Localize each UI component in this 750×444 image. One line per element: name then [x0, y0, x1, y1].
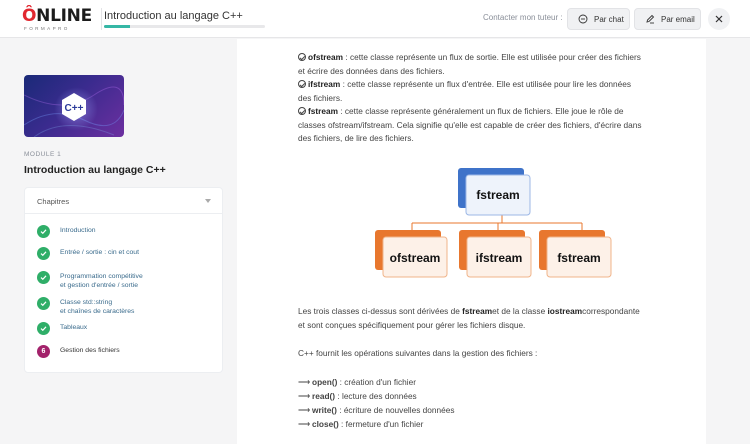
- chapters-label: Chapitres: [37, 197, 70, 206]
- list-item: ⟶ read() : lecture des données: [298, 391, 417, 401]
- operations-intro: C++ fournit les opérations suivantes dan…: [298, 348, 538, 358]
- arrow-right-icon: ⟶: [298, 377, 310, 387]
- chapter-label: Introduction: [60, 227, 96, 234]
- chapter-label: Classe std::string et chaînes de caractè…: [60, 298, 134, 316]
- operation-name: read(): [312, 391, 336, 401]
- operation-name: write(): [312, 405, 337, 415]
- operation-desc: : lecture des données: [335, 391, 417, 401]
- diagram-root-label: fstream: [476, 188, 519, 202]
- module-number-label: MODULE 1: [24, 151, 62, 158]
- derived-text-1a: Les trois classes ci-dessus sont dérivée…: [298, 306, 463, 316]
- logo[interactable]: ÔNLINE FORMAPRO: [22, 6, 92, 34]
- arrow-right-icon: ⟶: [298, 405, 310, 415]
- check-circle-icon: [298, 53, 306, 61]
- diagram-child-label: ofstream: [390, 251, 441, 265]
- contact-tutor-label: Contacter mon tuteur :: [483, 13, 563, 22]
- chapters-header[interactable]: Chapitres: [25, 188, 222, 214]
- diagram-node-ifstream: ifstream: [459, 230, 532, 278]
- operation-name: open(): [312, 377, 338, 387]
- chapter-label-line-2: et gestion d'entrée / sortie: [60, 282, 138, 289]
- pencil-icon: [646, 14, 655, 24]
- cpp-logo-icon: C++: [62, 93, 86, 121]
- ofstream-term: ofstream: [308, 52, 344, 62]
- chevron-down-icon: [205, 199, 211, 203]
- operation-desc: : fermeture d'un fichier: [338, 419, 424, 429]
- chapter-number-badge: 6: [37, 345, 50, 358]
- diagram-node-ofstream: ofstream: [375, 230, 448, 278]
- fstream-desc-1: : cette classe représente généralement u…: [337, 106, 624, 116]
- diagram-node-fstream: fstream: [539, 230, 612, 278]
- check-icon: [37, 247, 50, 260]
- course-progress-fill: [104, 25, 130, 28]
- diagram-child-label: fstream: [557, 251, 600, 265]
- close-icon: [715, 15, 723, 23]
- list-item: ⟶ open() : création d'un fichier: [298, 377, 416, 387]
- header-divider: [101, 8, 102, 30]
- check-icon: [37, 225, 50, 238]
- logo-wordmark-rest: NLINE: [36, 6, 92, 26]
- fstream-paragraph: fstream : cette classe représente généra…: [298, 105, 698, 146]
- lesson-content: ofstream : cette classe représente un fl…: [237, 39, 706, 444]
- fstream-desc-2: classes ofstream/ifstream. Cela signifie…: [298, 119, 642, 130]
- derived-classes-paragraph: Les trois classes ci-dessus sont dérivée…: [298, 305, 698, 332]
- arrow-right-icon: ⟶: [298, 391, 310, 401]
- cpp-logo-text: C++: [65, 103, 84, 114]
- chapter-label: Programmation compétitive et gestion d'e…: [60, 272, 143, 290]
- chapter-label-line-2: et chaînes de caractères: [60, 308, 135, 315]
- ofstream-paragraph: ofstream : cette classe représente un fl…: [298, 51, 698, 78]
- module-title: Introduction au langage C++: [24, 164, 166, 176]
- logo-wordmark: ÔNLINE: [22, 6, 92, 26]
- check-circle-icon: [298, 80, 306, 88]
- chat-button-label: Par chat: [594, 14, 624, 24]
- check-icon: [37, 271, 50, 284]
- email-button[interactable]: Par email: [634, 8, 701, 30]
- operation-desc: : écriture de nouvelles données: [336, 405, 455, 415]
- derived-text-1b: fstream: [462, 306, 493, 316]
- close-button[interactable]: [708, 8, 730, 30]
- chapter-label-line-1: Programmation compétitive: [60, 273, 143, 280]
- derived-text-1c: et de la classe: [492, 306, 548, 316]
- list-item: ⟶ write() : écriture de nouvelles données: [298, 405, 455, 415]
- chapter-label: Entrée / sortie : cin et cout: [60, 249, 139, 256]
- derived-text-1d: iostream: [547, 306, 583, 316]
- course-title: Introduction au langage C++: [104, 10, 243, 22]
- chat-icon: [578, 14, 588, 24]
- ifstream-desc-2: des fichiers.: [298, 92, 343, 103]
- chapters-panel: Chapitres Introduction Entrée / sortie :…: [24, 187, 223, 373]
- fstream-term: fstream: [308, 106, 338, 116]
- check-icon: [37, 297, 50, 310]
- email-button-label: Par email: [661, 14, 695, 24]
- chapter-label: Tableaux: [60, 324, 88, 331]
- derived-text-2: et sont conçues spécifiquement pour gére…: [298, 319, 526, 330]
- course-progress-bar: [104, 25, 265, 28]
- top-bar: ÔNLINE FORMAPRO Introduction au langage …: [0, 0, 750, 38]
- chapter-label-line-1: Classe std::string: [60, 299, 113, 306]
- operation-desc: : création d'un fichier: [337, 377, 416, 387]
- arrow-right-icon: ⟶: [298, 419, 310, 429]
- ifstream-paragraph: ifstream : cette classe représente un fl…: [298, 78, 698, 105]
- ofstream-desc-1: : cette classe représente un flux de sor…: [343, 52, 641, 62]
- derived-text-1e: correspondante: [582, 306, 640, 316]
- check-icon: [37, 322, 50, 335]
- ifstream-desc-1: : cette classe représente un flux d'entr…: [340, 79, 632, 89]
- chapter-label: Gestion des fichiers: [60, 347, 120, 354]
- module-thumbnail: C++: [24, 75, 124, 137]
- list-item: ⟶ close() : fermeture d'un fichier: [298, 419, 423, 429]
- diagram-child-label: ifstream: [476, 251, 523, 265]
- chat-button[interactable]: Par chat: [567, 8, 630, 30]
- operation-name: close(): [312, 419, 339, 429]
- fstream-hierarchy-diagram: fstream ofstream ifstream fstream: [375, 168, 612, 278]
- diagram-node-root: fstream: [458, 168, 531, 216]
- ifstream-term: ifstream: [308, 79, 341, 89]
- fstream-desc-3: des fichiers, de lire des fichiers.: [298, 133, 414, 144]
- logo-subtitle: FORMAPRO: [24, 26, 70, 31]
- ofstream-desc-2: et écrire des données dans des fichiers.: [298, 65, 445, 76]
- check-circle-icon: [298, 107, 306, 115]
